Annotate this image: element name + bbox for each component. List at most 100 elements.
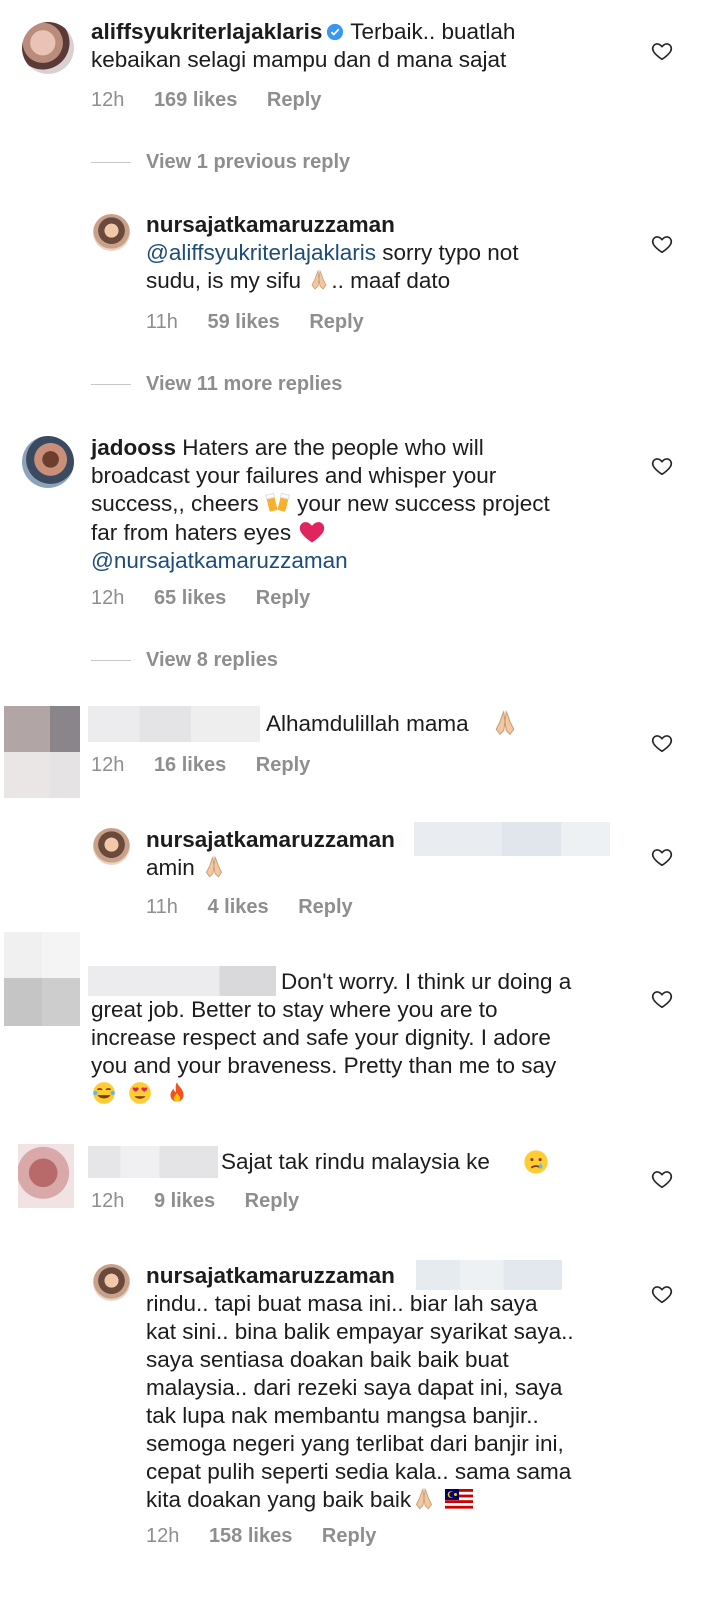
comment-body: your new success project [297,491,550,516]
heart-icon[interactable] [651,455,673,477]
comment-body: Don't worry. I think ur doing a [281,969,572,994]
comment-body: Terbaik.. buatlah [350,19,516,44]
like-count[interactable]: 9 likes [154,1189,215,1213]
timestamp: 11h [146,896,178,918]
comment-body: saya sentiasa doakan baik baik buat [146,1347,509,1372]
avatar[interactable] [93,828,130,865]
comment-body: .. maaf dato [331,268,451,293]
folded-hands-emoji [201,854,227,880]
avatar[interactable] [22,22,74,74]
heart-icon[interactable] [651,1168,673,1190]
avatar[interactable] [93,1264,130,1301]
heart-icon[interactable] [651,40,673,62]
avatar-redacted[interactable] [18,1144,74,1208]
comment-username[interactable]: nursajatkamaruzzaman [146,827,395,852]
comment-meta: 12h 16 likes Reply [91,753,310,777]
timestamp: 12h [91,587,125,609]
comment-body: kat sini.. bina balik empayar syarikat s… [146,1319,574,1344]
folded-hands-emoji [411,1486,437,1512]
comment-username[interactable]: nursajatkamaruzzaman [146,212,395,237]
mention-link[interactable]: @nursajatkamaruzzaman [91,548,348,573]
comment-username[interactable]: jadooss [91,435,176,460]
view-replies-link[interactable]: View 1 previous reply [146,150,350,174]
comment-body: Haters are the people who will [182,435,484,460]
reply-button[interactable]: Reply [256,586,310,610]
view-replies-link[interactable]: View 8 replies [146,648,278,672]
avatar-redacted[interactable] [4,932,80,1026]
heart-eyes-emoji [129,1082,152,1104]
like-count[interactable]: 16 likes [154,753,226,777]
crying-face-emoji [524,1150,548,1174]
clinking-beer-emoji [264,492,290,512]
comment-username[interactable]: aliffsyukriterlajaklaris [91,19,322,44]
replies-divider [91,384,131,385]
timestamp: 12h [146,1525,180,1547]
folded-hands-emoji [307,268,331,292]
comment-body: kebaikan selagi mampu dan d mana sajat [91,47,507,72]
comment-meta: 12h 9 likes Reply [91,1189,299,1213]
comment-body: amin [146,855,195,880]
like-count[interactable]: 65 likes [154,586,226,610]
reply-button[interactable]: Reply [245,1189,299,1213]
comment-body: tak lupa nak membantu mangsa banjir.. [146,1403,539,1428]
comment-body: broadcast your failures and whisper your [91,463,497,488]
comment-body: cepat pulih seperti sedia kala.. sama sa… [146,1459,572,1484]
avatar-redacted[interactable] [4,706,80,798]
like-count[interactable]: 4 likes [207,895,268,919]
view-replies-link[interactable]: View 11 more replies [146,372,342,396]
avatar[interactable] [22,436,74,488]
comment-body: you and your braveness. Pretty than me t… [91,1053,557,1078]
avatar[interactable] [93,214,130,251]
comment-body: increase respect and safe your dignity. … [91,1025,551,1050]
comment-text: jadooss Haters are the people who will b… [91,434,651,575]
comment-username[interactable]: nursajatkamaruzzaman [146,1262,395,1290]
comment-body: Alhamdulillah mama [266,711,469,736]
comment-body: malaysia.. dari rezeki saya dapat ini, s… [146,1375,563,1400]
timestamp: 12h [91,89,125,111]
comment-body: sorry typo not [382,240,519,265]
comment-body: great job. Better to stay where you are … [91,997,498,1022]
comment-body: rindu.. tapi buat masa ini.. biar lah sa… [146,1291,538,1316]
comment-meta: 11h 4 likes Reply [146,895,353,919]
reply-button[interactable]: Reply [298,895,352,919]
timestamp: 11h [146,311,178,333]
replies-divider [91,162,131,163]
comment-meta: 12h 169 likes Reply [91,88,321,112]
comment-body: Sajat tak rindu malaysia ke [221,1149,490,1174]
comment-body: semoga negeri yang terlibat dari banjir … [146,1431,564,1456]
verified-badge-icon [327,23,344,41]
heart-icon[interactable] [651,732,673,754]
comment-body: kita doakan yang baik baik [146,1487,412,1512]
like-count[interactable]: 169 likes [154,88,237,112]
reply-button[interactable]: Reply [322,1524,376,1548]
like-count[interactable]: 158 likes [209,1524,292,1548]
malaysia-flag-emoji [445,1489,474,1509]
comment-meta: 11h 59 likes Reply [146,310,364,334]
comment-body: success,, cheers [91,491,259,516]
redacted-username [88,1146,218,1178]
heart-icon[interactable] [651,846,673,868]
redacted-username [88,706,260,742]
timestamp: 12h [91,1190,125,1212]
comment-meta: 12h 158 likes Reply [146,1524,376,1548]
redacted-mention [416,1260,562,1290]
fire-emoji [170,1082,184,1102]
comment-text: Don't worry. I think ur doing a great jo… [91,968,651,1108]
comment-body: far from haters eyes [91,520,292,545]
reply-button[interactable]: Reply [309,310,363,334]
tears-of-joy-emoji [93,1082,115,1104]
redacted-mention [414,822,610,856]
heart-icon[interactable] [651,233,673,255]
mention-link[interactable]: @aliffsyukriterlajaklaris [146,240,376,265]
reply-button[interactable]: Reply [256,753,310,777]
reply-button[interactable]: Reply [267,88,321,112]
comment-text: aliffsyukriterlajaklaris Terbaik.. buatl… [91,18,651,74]
comment-body: sudu, is my sifu [146,268,302,293]
folded-hands-emoji [488,708,522,738]
replies-divider [91,660,131,661]
heart-icon[interactable] [651,1283,673,1305]
heart-icon[interactable] [651,988,673,1010]
like-count[interactable]: 59 likes [207,310,279,334]
comment-text: nursajatkamaruzzaman @aliffsyukriterlaja… [146,211,646,295]
comment-meta: 12h 65 likes Reply [91,586,310,610]
